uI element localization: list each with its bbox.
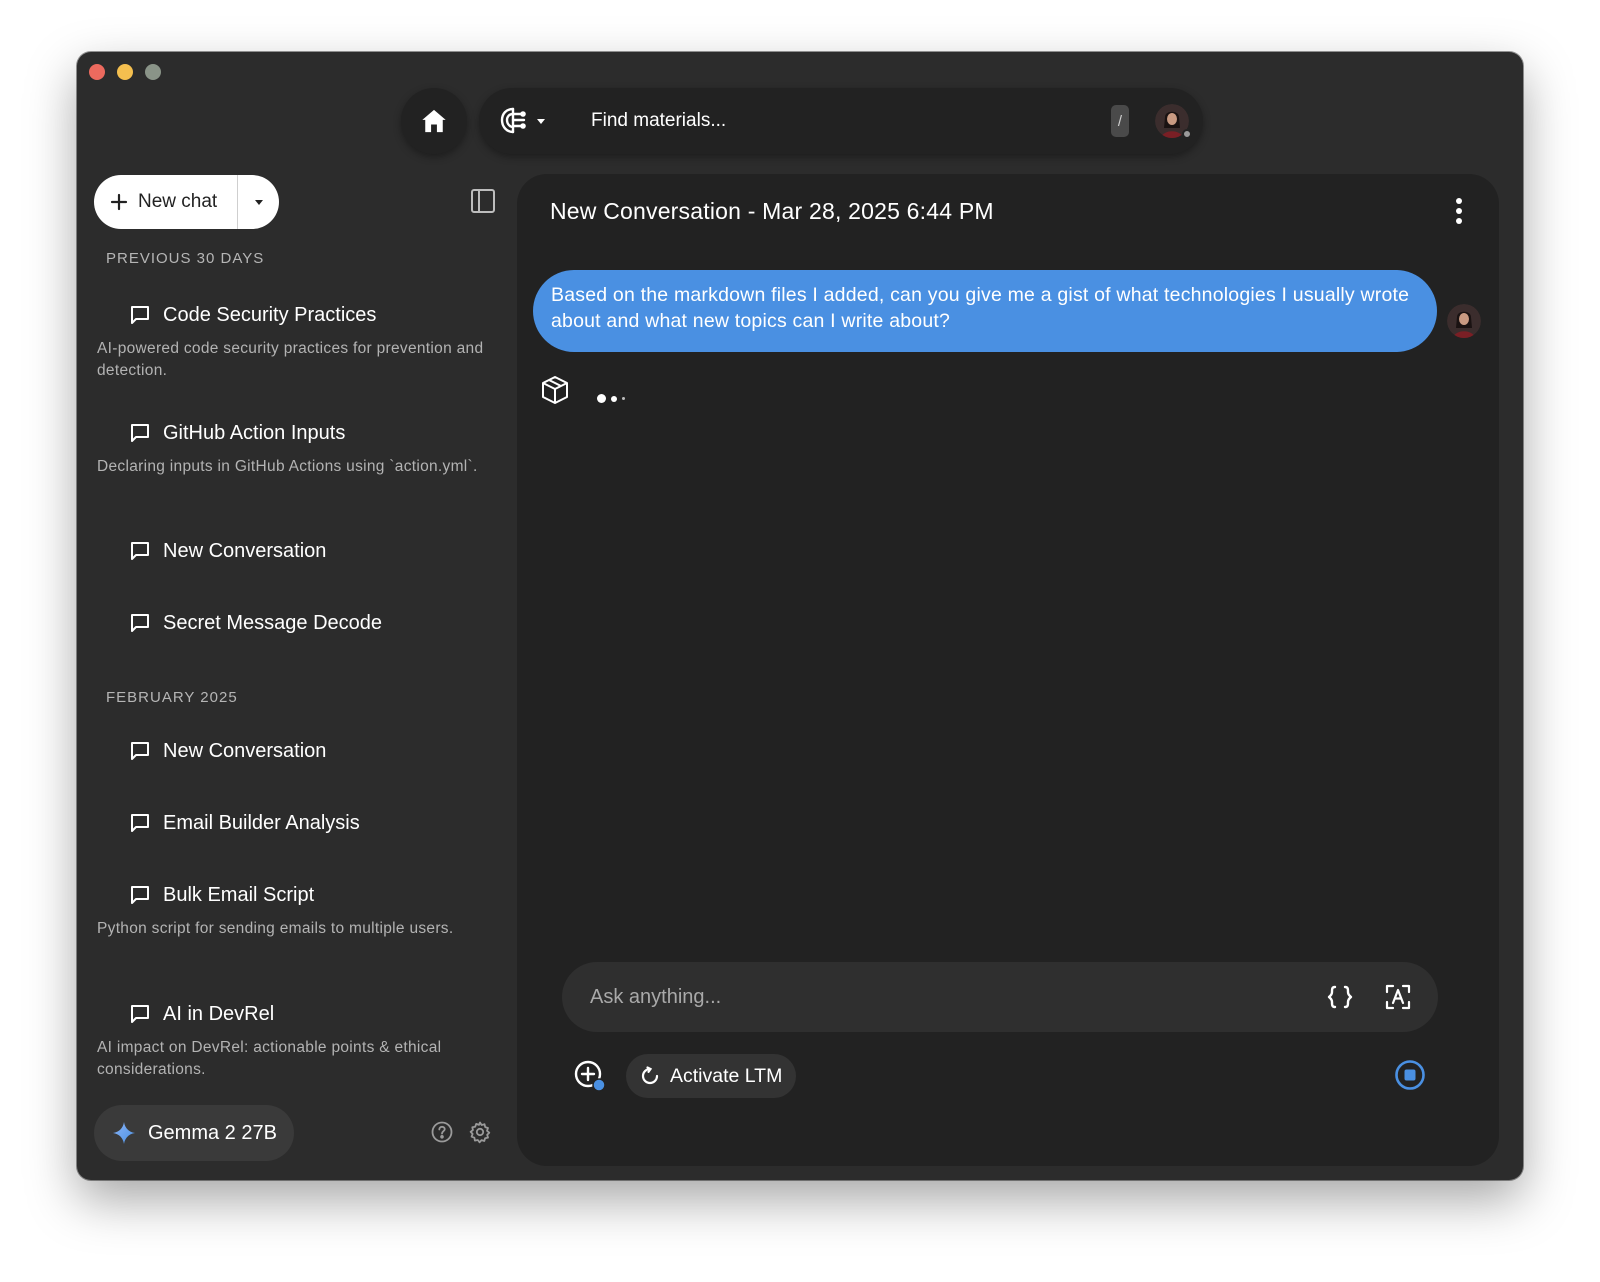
chevron-down-icon [537,119,545,124]
sidebar-toggle-icon[interactable] [469,187,497,215]
new-chat-label: New chat [138,191,218,212]
conversation-item[interactable]: New Conversation [129,538,499,564]
stop-generation-button[interactable] [1393,1058,1427,1092]
conversation-title: Email Builder Analysis [163,811,360,834]
conversation-item[interactable]: AI in DevRel AI impact on DevRel: action… [97,1001,499,1081]
conversation-item[interactable]: Secret Message Decode [129,610,499,636]
model-name: Gemma 2 27B [148,1121,277,1144]
gear-icon[interactable] [468,1120,492,1144]
user-message-bubble: Based on the markdown files I added, can… [533,270,1437,352]
maximize-window-button[interactable] [145,64,161,80]
more-vertical-icon[interactable] [1453,196,1465,226]
conversation-title: New Conversation [163,539,327,562]
section-label-february-2025: FEBRUARY 2025 [106,689,238,706]
conversation-description: Python script for sending emails to mult… [97,920,454,937]
window-controls [89,64,161,80]
stop-icon [1395,1060,1425,1090]
conversation-item[interactable]: Bulk Email Script Python script for send… [97,882,499,940]
new-chat-button-group: New chat [94,175,279,229]
conversation-title-header: New Conversation - Mar 28, 2025 6:44 PM [550,198,994,224]
conversation-title: Bulk Email Script [163,883,315,906]
model-selector-button[interactable]: Gemma 2 27B [94,1105,294,1161]
help-icon[interactable] [430,1120,454,1144]
chat-bubble-icon [131,814,149,832]
conversation-description: Declaring inputs in GitHub Actions using… [97,458,478,475]
chat-bubble-icon [131,542,149,560]
chat-bubble-icon [131,306,149,324]
new-chat-options-button[interactable] [238,175,279,229]
conversation-item[interactable]: GitHub Action Inputs Declaring inputs in… [97,420,499,478]
refresh-icon [641,1066,659,1085]
code-braces-icon[interactable] [1326,983,1354,1011]
minimize-window-button[interactable] [117,64,133,80]
chat-panel: New Conversation - Mar 28, 2025 6:44 PM … [517,174,1499,1166]
chat-bubble-icon [131,614,149,632]
user-avatar[interactable] [1155,104,1192,139]
status-indicator [1182,129,1192,139]
home-icon [422,109,446,133]
source-selector[interactable] [497,101,557,141]
conversation-item[interactable]: New Conversation [129,738,499,764]
conversation-title: Secret Message Decode [163,611,383,634]
typing-indicator [597,394,625,403]
activate-ltm-button[interactable]: Activate LTM [626,1054,796,1098]
search-bar[interactable]: Find materials... / [479,88,1203,154]
copilot-source-icon [500,107,526,134]
conversation-title: Code Security Practices [163,303,377,326]
activate-ltm-label: Activate LTM [670,1064,783,1087]
text-scan-icon[interactable] [1384,983,1412,1011]
add-context-button[interactable] [572,1058,608,1094]
plus-icon [110,193,128,211]
chat-bubble-icon [131,1005,149,1023]
close-window-button[interactable] [89,64,105,80]
conversation-title: New Conversation [163,739,327,762]
conversation-description: AI impact on DevRel: actionable points &… [97,1039,442,1078]
search-shortcut-hint: / [1111,105,1129,137]
home-button[interactable] [401,88,467,154]
chevron-down-icon [254,200,263,205]
bot-box-icon [542,376,568,404]
conversation-title: GitHub Action Inputs [163,421,346,444]
conversation-description: AI-powered code security practices for p… [97,340,484,379]
conversation-title: AI in DevRel [163,1002,275,1025]
chat-bubble-icon [131,886,149,904]
message-input-placeholder: Ask anything... [590,985,722,1008]
conversation-item[interactable]: Email Builder Analysis [129,810,499,836]
user-message-avatar [1447,304,1481,338]
chat-bubble-icon [131,424,149,442]
conversation-item[interactable]: Code Security Practices AI-powered code … [97,302,499,382]
search-input[interactable]: Find materials... [591,110,1111,132]
section-label-previous-30-days: PREVIOUS 30 DAYS [106,250,265,267]
chat-bubble-icon [131,742,149,760]
message-input[interactable]: Ask anything... [562,962,1438,1032]
new-chat-button[interactable]: New chat [94,175,237,229]
sparkle-icon [113,1122,135,1144]
add-context-icon [574,1060,606,1092]
app-window: Find materials... / New chat PREVIOUS 30… [77,52,1523,1180]
